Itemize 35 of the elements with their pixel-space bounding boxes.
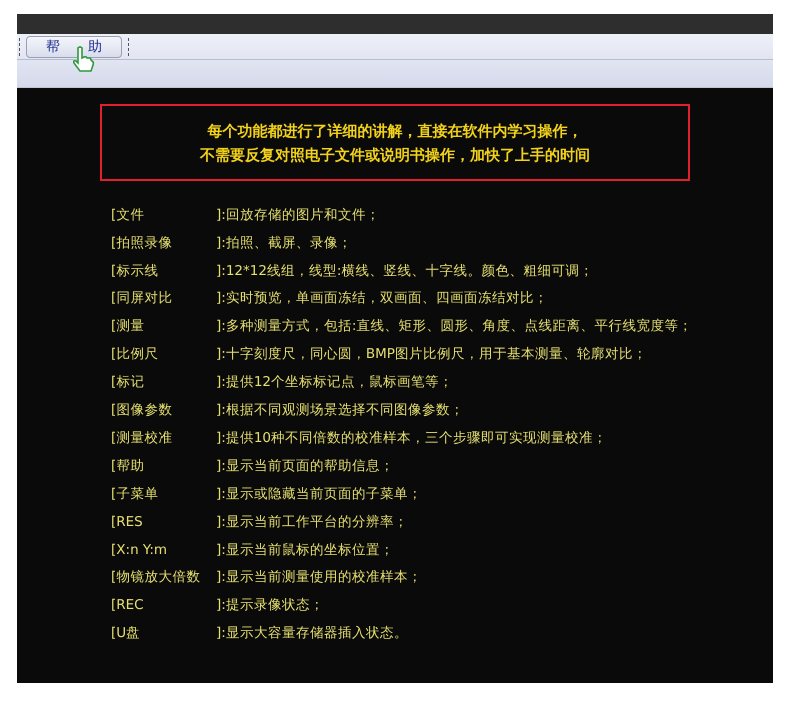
function-description: ]:根据不同观测场景选择不同图像参数； [216, 401, 464, 420]
function-label: [文件 [111, 206, 146, 225]
function-label: [子菜单 [111, 484, 160, 504]
banner-text: 每个功能都进行了详细的讲解，直接在软件内学习操作， [208, 120, 582, 140]
function-description: ]:实时预览，单画面冻结，双画面、四画面冻结对比； [216, 289, 548, 308]
function-description: ]:显示当前工作平台的分辨率； [216, 512, 408, 532]
help-button[interactable]: 帮 助 [26, 36, 122, 58]
function-label: [REC [111, 596, 145, 616]
function-label: [同屏对比 [111, 289, 174, 308]
function-description: ]:12*12线组，线型:横线、竖线、十字线。颜色、粗细可调； [216, 262, 594, 281]
function-label: [测量校准 [111, 428, 174, 448]
function-label: [标记 [111, 373, 146, 392]
function-description: ]:十字刻度尺，同心圆，BMP图片比例尺，用于基本测量、轮廓对比； [216, 345, 647, 364]
function-label: [X:n Y:m [111, 540, 168, 560]
function-description: ]:显示当前测量使用的校准样本； [216, 568, 422, 588]
function-label: [帮助 [111, 456, 146, 476]
function-description: ]:回放存储的图片和文件； [216, 206, 380, 225]
function-label: [标示线 [111, 262, 160, 281]
function-description: ]:显示当前页面的帮助信息； [216, 456, 394, 476]
function-description: ]:多种测量方式，包括:直线、矩形、圆形、角度、点线距离、平行线宽度等； [216, 317, 692, 336]
function-label: [比例尺 [111, 345, 160, 364]
banner-text: 不需要反复对照电子文件或说明书操作，加快了上手的时间 [200, 144, 590, 164]
function-description: ]:拍照、截屏、录像； [216, 234, 352, 253]
function-description: ]:显示当前鼠标的坐标位置； [216, 540, 394, 560]
function-label: [物镜放大倍数 [111, 568, 202, 588]
function-description: ]:提供12个坐标标记点，鼠标画笔等； [216, 373, 453, 392]
function-description: ]:显示或隐藏当前页面的子菜单； [216, 484, 422, 504]
function-description: ]:显示大容量存储器插入状态。 [216, 624, 408, 644]
function-label: [测量 [111, 317, 146, 336]
function-label: [RES [111, 512, 144, 532]
function-label: [拍照录像 [111, 234, 174, 253]
function-description: ]:提供10种不同倍数的校准样本，三个步骤即可实现测量校准； [216, 428, 607, 448]
function-label: [图像参数 [111, 401, 174, 420]
function-description: ]:提示录像状态； [216, 596, 324, 616]
function-label: [U盘 [111, 624, 142, 644]
